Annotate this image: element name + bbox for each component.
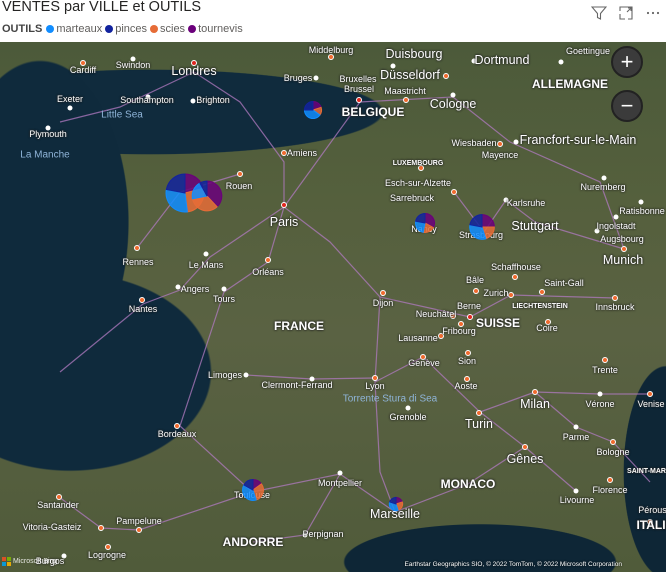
visual-title: VENTES par VILLE et OUTILS	[2, 0, 202, 15]
legend-item-tournevis[interactable]: tournevis	[188, 23, 243, 35]
legend-label: tournevis	[198, 23, 243, 35]
legend-dot-icon	[150, 25, 158, 33]
legend-item-marteaux[interactable]: marteaux	[46, 23, 102, 35]
pie-slice-pinces[interactable]	[415, 212, 426, 224]
visual-header-icons	[590, 4, 662, 22]
legend: OUTILS marteaux pinces scies tournevis	[2, 23, 246, 35]
legend-item-pinces[interactable]: pinces	[105, 23, 147, 35]
legend-dot-icon	[188, 25, 197, 33]
pie-slice-pinces[interactable]	[303, 100, 314, 111]
microsoft-logo-icon	[2, 557, 11, 566]
legend-dot-icon	[46, 25, 55, 33]
pie-slice-pinces[interactable]	[165, 173, 186, 194]
zoom-out-button[interactable]: −	[611, 90, 643, 122]
minus-icon: −	[620, 93, 634, 118]
visual-header: VENTES par VILLE et OUTILS OUTILS martea…	[0, 0, 666, 42]
legend-title: OUTILS	[2, 23, 43, 35]
pie-rouen-area[interactable]	[191, 180, 223, 212]
legend-label: marteaux	[56, 23, 103, 35]
bing-logo: Microsoft Bing	[2, 557, 57, 566]
plus-icon: +	[620, 49, 634, 74]
provider-name: Microsoft Bing	[13, 558, 58, 565]
more-options-icon[interactable]	[644, 4, 662, 22]
zoom-in-button[interactable]: +	[611, 46, 643, 78]
focus-mode-icon[interactable]	[617, 4, 635, 22]
legend-dot-icon	[105, 25, 114, 33]
pie-toulouse[interactable]	[242, 479, 264, 501]
pie-slice-pinces[interactable]	[469, 214, 483, 228]
map-attribution: Earthstar Geographics SIO, © 2022 TomTom…	[404, 561, 622, 568]
legend-item-scies[interactable]: scies	[150, 23, 185, 35]
map-canvas[interactable]: Middelburg Duisbourg Dortmund Goettingue Car…	[0, 42, 666, 572]
pie-nancy[interactable]	[415, 212, 435, 233]
pie-layer	[165, 100, 495, 512]
legend-label: pinces	[115, 23, 147, 35]
pie-lille[interactable]	[303, 100, 323, 120]
pie-slice-tournevis[interactable]	[481, 214, 495, 228]
pie-marseille[interactable]	[388, 496, 404, 512]
pie-strasbourg[interactable]	[469, 214, 495, 240]
filter-icon[interactable]	[590, 4, 608, 22]
legend-label: scies	[160, 23, 186, 35]
